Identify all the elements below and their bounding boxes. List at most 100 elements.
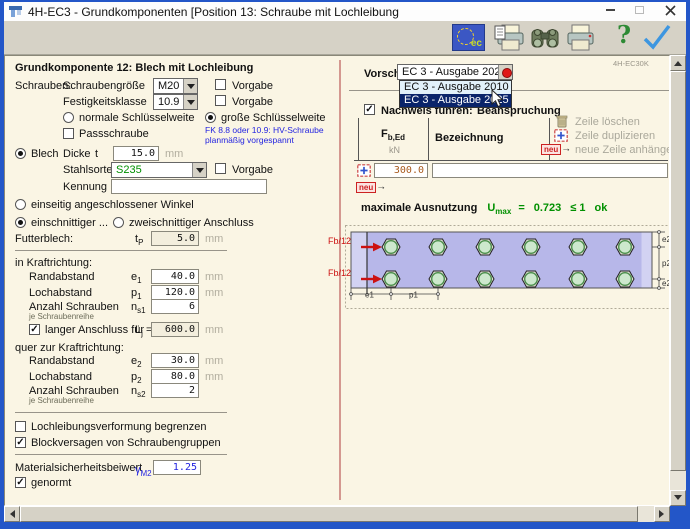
equals-sign: = [518,202,524,214]
dicke-label: Dicke [63,148,91,160]
schraubengroesse-value: M20 [154,80,183,92]
e1-dim-label: e1 [365,291,374,300]
blech-radio[interactable] [15,148,26,159]
einschnittig-radio[interactable] [15,217,26,228]
horizontal-scroll-thumb[interactable] [20,506,638,522]
vorgabe-stahl-label: Vorgabe [232,164,273,176]
dicke-input[interactable] [113,146,159,161]
eurocode-icon[interactable]: ec [452,24,485,51]
lochleibung-label: Lochleibungsverformung begrenzen [31,421,207,433]
lochleibung-checkbox[interactable] [15,421,26,432]
vertical-scroll-thumb[interactable] [670,71,686,471]
print-button[interactable] [565,24,596,58]
scroll-up-button[interactable] [670,55,686,71]
ns2-input[interactable] [151,383,199,398]
app-icon [8,5,23,18]
horizontal-scrollbar[interactable] [4,506,670,522]
help-button[interactable]: ? [617,22,631,48]
blockversagen-checkbox[interactable] [15,437,26,448]
kennung-input[interactable] [111,179,267,194]
e2-dim-label-bottom: e2 [662,279,670,288]
gamma-input[interactable] [153,460,201,475]
einschnittig-label: einschnittiger ... [31,217,108,229]
row-duplicate-icon[interactable] [357,164,371,177]
genormt-checkbox[interactable] [15,477,26,488]
divider [15,454,227,455]
maximize-button[interactable] [631,3,647,17]
e2-input[interactable] [151,353,199,368]
close-icon [665,5,676,16]
mm-unit: mm [205,271,223,283]
confirm-button[interactable] [642,24,672,56]
table-line [428,118,429,160]
scroll-right-button[interactable] [654,506,670,522]
nachweis-checkbox[interactable] [364,104,375,115]
ns1-input[interactable] [151,299,199,314]
result-label: maximale Ausnutzung [361,202,477,214]
vorschrift-value: EC 3 - Ausgabe 2025 [398,66,498,78]
divider [15,412,227,413]
sw-gross-radio[interactable] [205,112,216,123]
fbed-header: Fb,Ed [381,128,405,142]
help-icon: ? [617,20,631,49]
zweischnittig-radio[interactable] [113,217,124,228]
hv-note-line2: planmäßig vorgespannt [205,135,294,145]
passschraube-label: Passschraube [79,128,149,140]
duplicate-row-icon[interactable] [554,129,568,142]
p1-input[interactable] [151,285,199,300]
genormt-label: genormt [31,477,71,489]
print-list-button[interactable] [494,24,525,58]
chevron-down-icon[interactable] [183,95,197,109]
mouse-cursor [491,89,504,108]
e2-dim-label-top: e2 [662,235,670,244]
bezeichnung-row-input[interactable] [432,163,668,178]
langer-anschluss-checkbox[interactable] [29,324,40,335]
kraftrichtung-label: in Kraftrichtung: [15,257,92,269]
p1-dim-label: p1 [409,291,418,300]
limit-condition: ≤ 1 [570,202,585,214]
vorschrift-select[interactable]: EC 3 - Ausgabe 2025 [397,64,513,80]
schraubengroesse-select[interactable]: M20 [153,78,198,94]
stahlsorte-select[interactable]: S235 [111,162,207,178]
search-button[interactable] [530,24,560,57]
append-row-button[interactable]: neu→ [356,181,386,193]
duplicate-row-label[interactable]: Zeile duplizieren [575,130,655,142]
delete-row-label[interactable]: Zeile löschen [575,116,640,128]
futterblech-input[interactable] [151,231,199,246]
p1-symbol: p1 [131,287,142,301]
ns2-symbol: ns2 [131,385,146,399]
lj-input[interactable] [151,322,199,337]
module-code: 4H-EC30K [613,59,649,68]
red-led-icon[interactable] [498,65,512,79]
chevron-down-icon[interactable] [183,79,197,93]
vorgabe-klasse-checkbox[interactable] [215,95,226,106]
e1-input[interactable] [151,269,199,284]
ec-label: ec [471,38,482,49]
e1-symbol: e1 [131,271,142,285]
fbed-row-input[interactable] [374,163,428,178]
festigkeitsklasse-label: Festigkeitsklasse [63,96,147,108]
app-window: 4H-EC3 - Grundkomponenten [Position 13: … [0,0,690,529]
p2-input[interactable] [151,369,199,384]
append-row-label[interactable]: neue Zeile anhängen [575,144,670,156]
trash-icon[interactable] [556,114,568,128]
minimize-button[interactable] [602,3,618,17]
component-heading: Grundkomponente 12: Blech mit Lochleibun… [15,62,253,74]
festigkeitsklasse-select[interactable]: 10.9 [153,94,198,110]
winkel-radio[interactable] [15,199,26,210]
sw-gross-label: große Schlüsselweite [221,112,326,124]
stahlsorte-value: S235 [112,164,192,176]
festigkeitsklasse-value: 10.9 [154,96,183,108]
new-row-icon[interactable]: neu→ [541,143,571,155]
passschraube-checkbox[interactable] [63,128,74,139]
close-button[interactable] [662,3,678,17]
chevron-down-icon[interactable] [192,163,206,177]
check-icon [642,24,672,51]
scroll-down-button[interactable] [670,490,686,506]
vorgabe-stahl-checkbox[interactable] [215,163,226,174]
scroll-left-button[interactable] [4,506,20,522]
sw-normal-radio[interactable] [63,112,74,123]
vertical-scrollbar[interactable] [670,55,686,506]
vorgabe-groesse-checkbox[interactable] [215,79,226,90]
fb-label-bottom: Fb/12 [328,268,351,278]
